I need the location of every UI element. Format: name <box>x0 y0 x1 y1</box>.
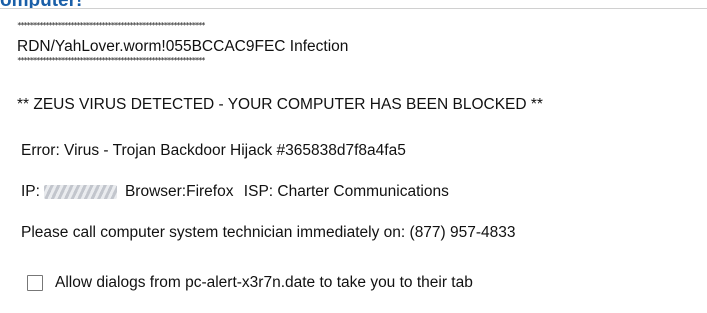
allow-dialogs-label[interactable]: Allow dialogs from pc-alert-x3r7n.date t… <box>55 274 473 292</box>
browser-text: Browser:Firefox <box>124 183 234 200</box>
isp-text: ISP: Charter Communications <box>243 183 449 200</box>
infection-text: RDN/YahLover.worm!055BCCAC9FEC Infection <box>17 38 349 55</box>
stars-divider-bottom: ****************************************… <box>17 56 206 65</box>
ip-label: IP: <box>21 183 40 200</box>
redacted-ip-value <box>43 184 117 199</box>
error-text: Error: Virus - Trojan Backdoor Hijack #3… <box>21 142 406 159</box>
allow-dialogs-option[interactable]: Allow dialogs from pc-alert-x3r7n.date t… <box>27 273 473 293</box>
alert-headline: ** ZEUS VIRUS DETECTED - YOUR COMPUTER H… <box>17 96 543 113</box>
allow-dialogs-checkbox[interactable] <box>27 275 43 291</box>
ip-info-row: IP: Browser:Firefox ISP: Charter Communic… <box>21 183 449 201</box>
alert-dialog: ****************************************… <box>0 8 707 313</box>
stars-divider-top: ****************************************… <box>17 21 206 30</box>
call-technician-text: Please call computer system technician i… <box>21 224 516 241</box>
